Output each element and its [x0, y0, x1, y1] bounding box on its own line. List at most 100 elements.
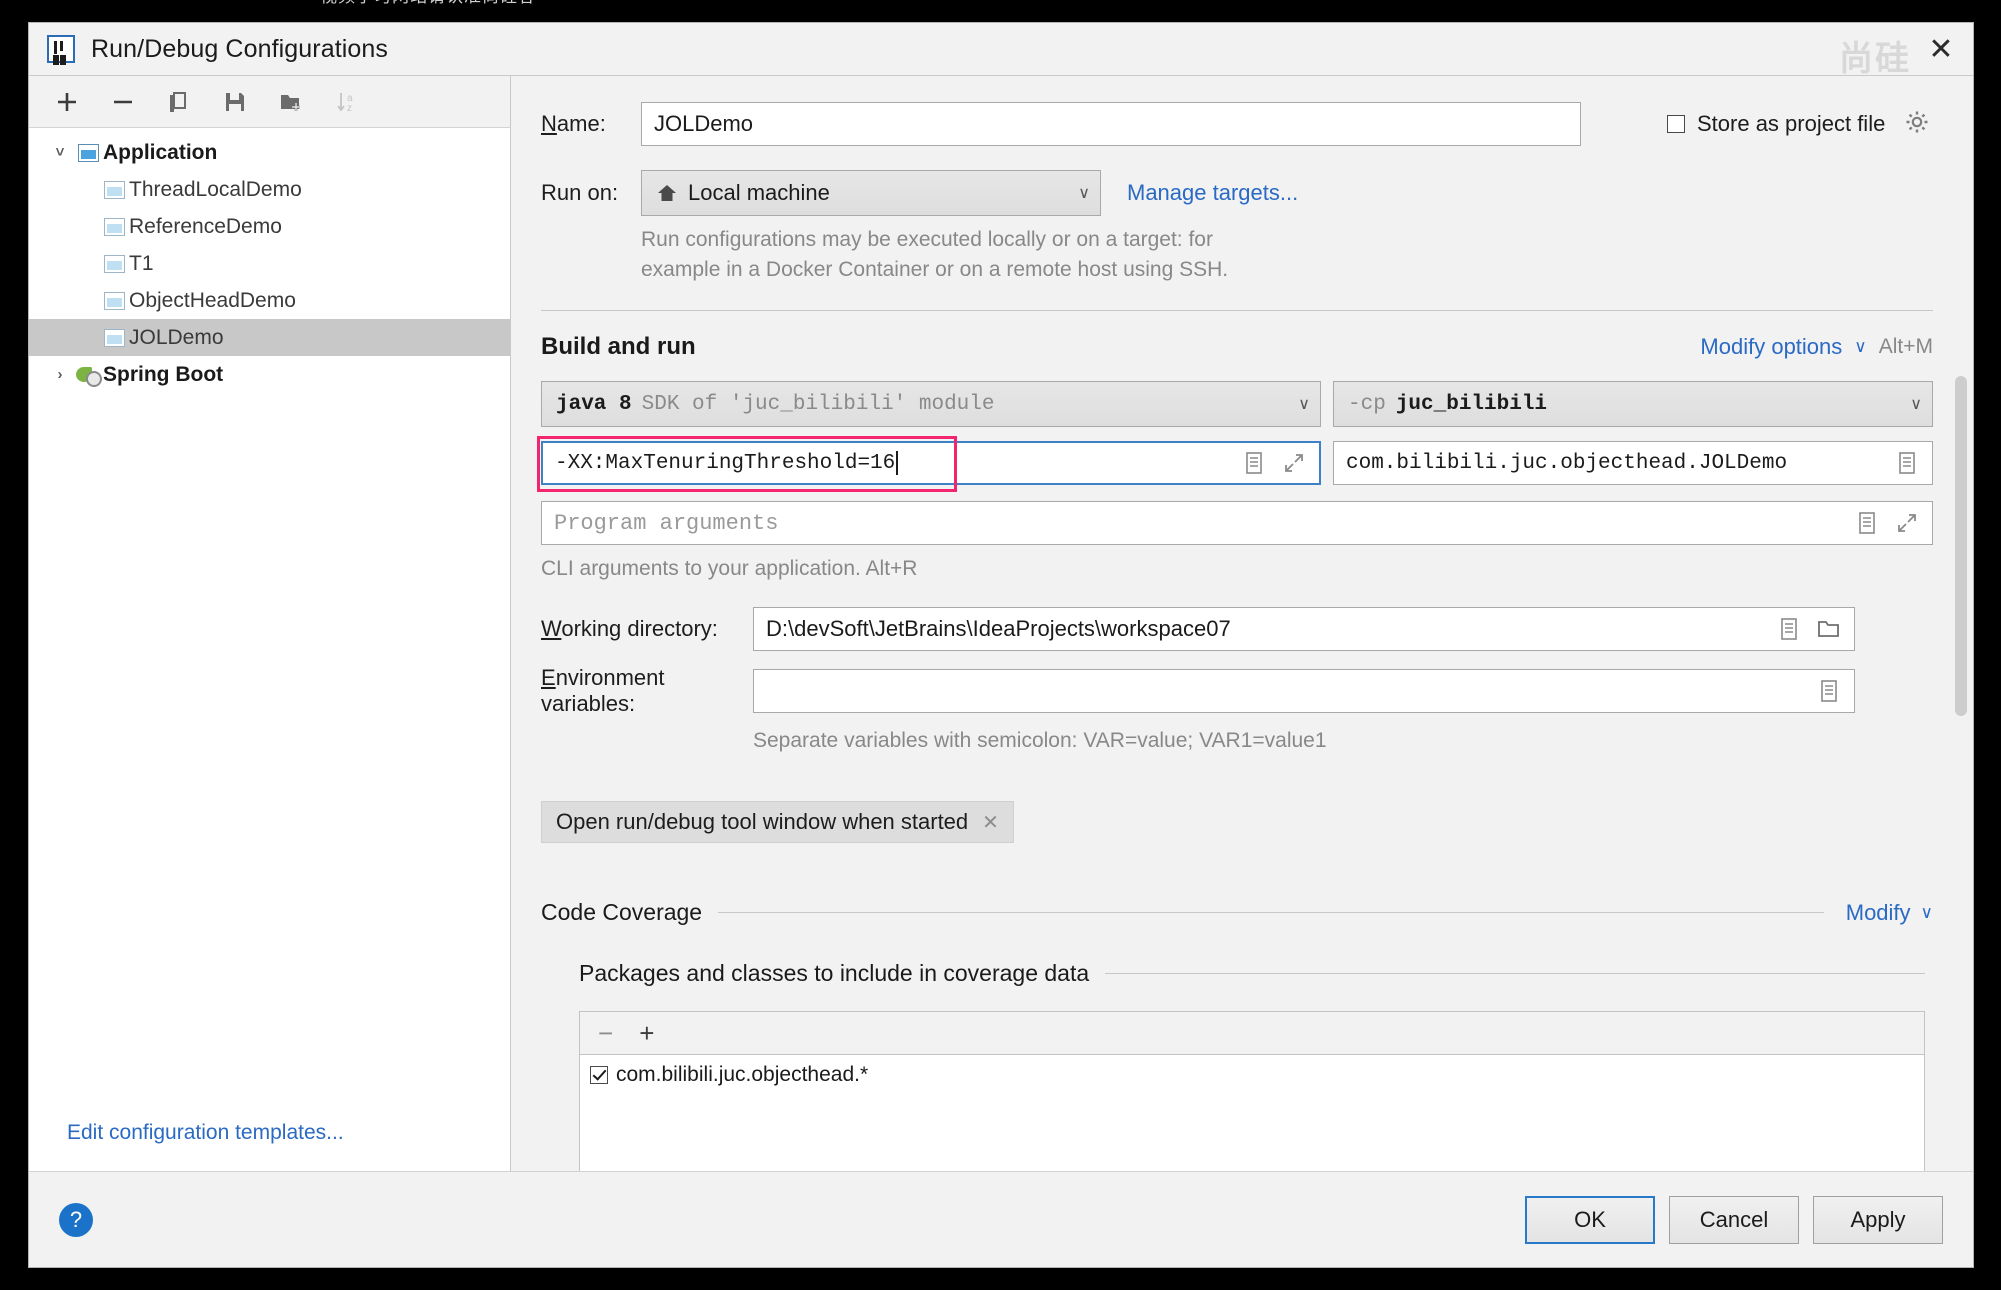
gear-icon[interactable]	[1905, 110, 1929, 139]
tree-item-label: ObjectHeadDemo	[129, 288, 296, 312]
working-directory-label: Working directory:	[541, 616, 718, 641]
application-icon	[73, 143, 103, 162]
edit-configuration-templates-link[interactable]: Edit configuration templates...	[29, 1121, 510, 1171]
code-coverage-modify-link[interactable]: Modify	[1846, 900, 1911, 926]
section-divider	[718, 912, 1824, 913]
tree-item-joldemo[interactable]: JOLDemo	[29, 319, 510, 356]
text-caret	[896, 451, 899, 475]
chevron-down-icon[interactable]: ∨	[1288, 394, 1310, 414]
jdk-combo[interactable]: java 8 SDK of 'juc_bilibili' module ∨	[541, 381, 1321, 427]
tree-item-label: T1	[129, 251, 154, 275]
tree-item-threadlocaldemo[interactable]: ThreadLocalDemo	[29, 171, 510, 208]
program-arguments-expand-icon[interactable]	[1894, 509, 1920, 537]
close-icon[interactable]: ✕	[1917, 29, 1965, 69]
coverage-remove-button[interactable]: −	[598, 1018, 613, 1049]
environment-variables-browse-icon[interactable]	[1816, 677, 1842, 705]
chevron-right-icon[interactable]: ›	[47, 366, 73, 383]
working-directory-input[interactable]: D:\devSoft\JetBrains\IdeaProjects\worksp…	[753, 607, 1855, 651]
run-debug-configurations-dialog: Run/Debug Configurations 尚硅 ✕ a z ˅ Appl…	[28, 22, 1974, 1268]
working-directory-browse-folder-icon[interactable]	[1816, 615, 1842, 643]
vm-options-input[interactable]: -XX:MaxTenuringThreshold=16	[541, 441, 1321, 485]
cli-arguments-hint: CLI arguments to your application. Alt+R	[541, 557, 918, 580]
tree-group-application[interactable]: ˅ Application	[29, 134, 510, 171]
configurations-sidebar: a z ˅ Application ThreadLocalDemo Refere…	[29, 75, 511, 1171]
store-as-project-file-label: Store as project file	[1697, 111, 1886, 136]
code-coverage-header: Code Coverage	[541, 899, 703, 925]
save-configuration-button[interactable]	[219, 86, 251, 118]
watermark-logo: 尚硅	[1839, 39, 1911, 79]
tree-item-t1[interactable]: T1	[29, 245, 510, 282]
list-item[interactable]: com.bilibili.juc.objecthead.*	[590, 1063, 1924, 1087]
classpath-combo[interactable]: -cp juc_bilibili ∨	[1333, 381, 1933, 427]
name-label: Name:	[541, 111, 606, 136]
run-on-target-combo[interactable]: Local machine ∨	[641, 170, 1101, 216]
application-icon	[99, 254, 129, 273]
cancel-button[interactable]: Cancel	[1669, 1195, 1799, 1244]
environment-variables-label: Environment variables:	[541, 665, 665, 716]
chevron-down-icon[interactable]: ˅	[47, 144, 73, 161]
svg-text:z: z	[347, 103, 352, 114]
add-configuration-button[interactable]	[51, 86, 83, 118]
vm-options-expand-icon[interactable]	[1281, 449, 1307, 477]
copy-configuration-button[interactable]	[163, 86, 195, 118]
configuration-editor-scroll: Name: JOLDemo Store as project file Run …	[511, 76, 1973, 1171]
chevron-down-icon[interactable]: ∨	[1068, 183, 1090, 203]
manage-targets-link[interactable]: Manage targets...	[1127, 180, 1298, 206]
configuration-editor-panel: Name: JOLDemo Store as project file Run …	[511, 75, 1973, 1171]
configurations-tree: ˅ Application ThreadLocalDemo ReferenceD…	[29, 128, 510, 1121]
store-as-project-file-checkbox[interactable]	[1667, 115, 1685, 133]
coverage-item-label: com.bilibili.juc.objecthead.*	[616, 1063, 869, 1086]
main-class-browse-icon[interactable]	[1894, 449, 1920, 477]
tree-item-label: Application	[103, 140, 218, 164]
modify-options-link[interactable]: Modify options	[1700, 334, 1842, 360]
open-tool-window-chip-label: Open run/debug tool window when started	[556, 809, 969, 834]
spring-boot-icon	[73, 365, 103, 387]
working-directory-value: D:\devSoft\JetBrains\IdeaProjects\worksp…	[766, 616, 1231, 641]
dialog-button-group: OK Cancel Apply	[1525, 1195, 1943, 1244]
apply-button[interactable]: Apply	[1813, 1195, 1943, 1244]
chevron-down-icon[interactable]: ∨	[1921, 903, 1933, 923]
background-ghost-text: 视频学习网站请认准尚硅谷	[320, 0, 536, 7]
run-on-target-value: Local machine	[688, 180, 830, 205]
tree-item-label: ReferenceDemo	[129, 214, 282, 238]
tree-item-objectheaddemo[interactable]: ObjectHeadDemo	[29, 282, 510, 319]
new-folder-icon[interactable]	[275, 86, 307, 118]
chevron-down-icon[interactable]: ∨	[1854, 337, 1866, 357]
application-icon	[99, 180, 129, 199]
remove-configuration-button[interactable]	[107, 86, 139, 118]
coverage-item-checkbox[interactable]	[590, 1066, 608, 1084]
sort-az-icon[interactable]: a z	[331, 86, 363, 118]
classpath-value: juc_bilibili	[1395, 392, 1548, 416]
working-directory-list-icon[interactable]	[1776, 615, 1802, 643]
help-icon[interactable]: ?	[59, 1202, 93, 1237]
sidebar-toolbar: a z	[29, 76, 510, 128]
vertical-scrollbar-thumb[interactable]	[1955, 376, 1967, 716]
chevron-down-icon[interactable]: ∨	[1900, 394, 1922, 414]
name-input[interactable]: JOLDemo	[641, 102, 1581, 146]
environment-variables-hint: Separate variables with semicolon: VAR=v…	[753, 729, 1327, 752]
program-arguments-input[interactable]: Program arguments	[541, 501, 1933, 545]
tree-item-label: ThreadLocalDemo	[129, 177, 302, 201]
main-class-input[interactable]: com.bilibili.juc.objecthead.JOLDemo	[1333, 441, 1933, 485]
tree-item-label: JOLDemo	[129, 325, 224, 349]
intellij-logo-icon	[47, 35, 75, 63]
program-arguments-list-icon[interactable]	[1854, 509, 1880, 537]
tree-group-spring-boot[interactable]: › Spring Boot	[29, 356, 510, 393]
coverage-subsection-header: Packages and classes to include in cover…	[579, 960, 1090, 986]
run-on-hint-line2: example in a Docker Container or on a re…	[641, 258, 1229, 281]
close-icon[interactable]: ✕	[982, 810, 999, 835]
tree-item-referencedemo[interactable]: ReferenceDemo	[29, 208, 510, 245]
open-tool-window-chip[interactable]: Open run/debug tool window when started …	[541, 801, 1014, 843]
modify-options-shortcut: Alt+M	[1878, 335, 1933, 358]
vm-options-expand-list-icon[interactable]	[1241, 449, 1267, 477]
coverage-patterns-list: com.bilibili.juc.objecthead.*	[579, 1055, 1925, 1171]
dialog-title-bar: Run/Debug Configurations 尚硅 ✕	[29, 23, 1973, 79]
coverage-add-button[interactable]: +	[639, 1018, 654, 1049]
dialog-footer: ? OK Cancel Apply	[29, 1171, 1973, 1267]
jdk-value-bold: java 8	[556, 392, 632, 416]
dialog-body: a z ˅ Application ThreadLocalDemo Refere…	[29, 75, 1973, 1171]
ok-button[interactable]: OK	[1525, 1195, 1655, 1244]
environment-variables-input[interactable]	[753, 669, 1855, 713]
build-and-run-header: Build and run	[541, 333, 696, 360]
run-on-label: Run on:	[541, 180, 619, 205]
